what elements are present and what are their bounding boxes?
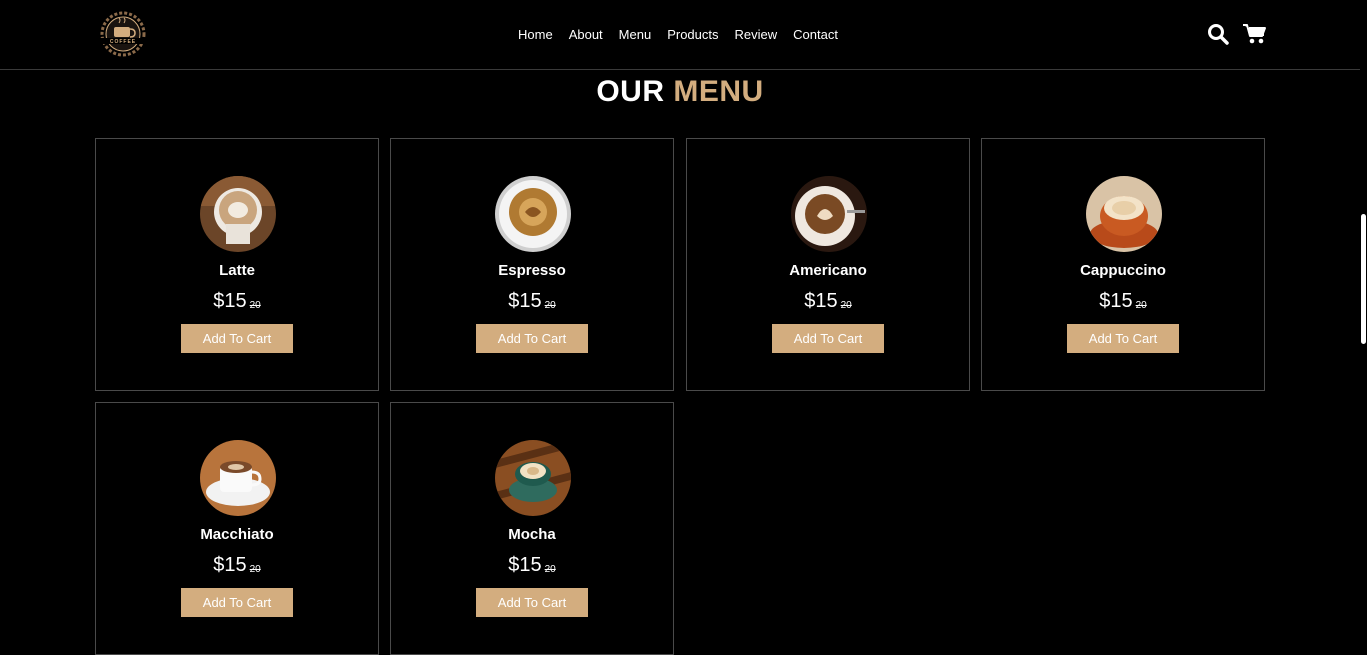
nav-link-menu[interactable]: Menu — [611, 27, 660, 43]
item-name: Macchiato — [200, 526, 274, 543]
add-to-cart-button[interactable]: Add To Cart — [772, 324, 884, 353]
add-to-cart-button[interactable]: Add To Cart — [476, 588, 588, 617]
cappuccino-image — [1086, 176, 1162, 252]
price-current: $15 — [1099, 290, 1133, 312]
item-price: $15 20 — [391, 289, 673, 318]
coffee-logo-icon: COFFEE — [100, 11, 146, 57]
macchiato-image — [200, 440, 276, 516]
menu-card-cappuccino: Cappuccino $15 20 Add To Cart — [981, 138, 1265, 391]
nav-link-products[interactable]: Products — [659, 27, 726, 43]
latte-image — [200, 176, 276, 252]
item-price: $15 20 — [391, 553, 673, 582]
item-name: Espresso — [498, 262, 566, 279]
scrollbar-thumb[interactable] — [1361, 214, 1366, 344]
item-name: Americano — [789, 262, 867, 279]
logo[interactable]: COFFEE — [94, 11, 152, 57]
item-price: $15 20 — [96, 553, 378, 582]
menu-card-macchiato: Macchiato $15 20 Add To Cart — [95, 402, 379, 655]
price-old: 20 — [249, 564, 261, 575]
item-name: Cappuccino — [1080, 262, 1166, 279]
price-old: 20 — [544, 564, 556, 575]
price-old: 20 — [840, 300, 852, 311]
item-price: $15 20 — [982, 289, 1264, 318]
main-nav: Home About Menu Products Review Contact — [510, 27, 846, 43]
add-to-cart-button[interactable]: Add To Cart — [1067, 324, 1179, 353]
price-old: 20 — [249, 300, 261, 311]
cart-icon[interactable] — [1242, 22, 1266, 46]
mocha-image — [495, 440, 571, 516]
nav-link-review[interactable]: Review — [727, 27, 786, 43]
menu-card-latte: Latte $15 20 Add To Cart — [95, 138, 379, 391]
price-current: $15 — [213, 290, 247, 312]
menu-section-title: OUR MENU — [0, 74, 1360, 110]
add-to-cart-button[interactable]: Add To Cart — [181, 324, 293, 353]
add-to-cart-button[interactable]: Add To Cart — [476, 324, 588, 353]
menu-card-espresso: Espresso $15 20 Add To Cart — [390, 138, 674, 391]
espresso-image — [495, 176, 571, 252]
price-current: $15 — [508, 290, 542, 312]
nav-link-home[interactable]: Home — [510, 27, 561, 43]
item-name: Mocha — [508, 526, 556, 543]
title-part-our: OUR — [596, 75, 665, 108]
price-current: $15 — [213, 554, 247, 576]
price-old: 20 — [544, 300, 556, 311]
search-icon[interactable] — [1206, 22, 1230, 46]
americano-image — [791, 176, 867, 252]
site-header: COFFEE Home About Menu Products Review C… — [0, 0, 1360, 70]
menu-card-americano: Americano $15 20 Add To Cart — [686, 138, 970, 391]
item-name: Latte — [219, 262, 255, 279]
logo-brand-text: COFFEE — [110, 39, 136, 45]
add-to-cart-button[interactable]: Add To Cart — [181, 588, 293, 617]
title-part-menu: MENU — [673, 75, 764, 108]
price-current: $15 — [804, 290, 838, 312]
price-old: 20 — [1135, 300, 1147, 311]
price-current: $15 — [508, 554, 542, 576]
menu-card-mocha: Mocha $15 20 Add To Cart — [390, 402, 674, 655]
item-price: $15 20 — [96, 289, 378, 318]
item-price: $15 20 — [687, 289, 969, 318]
nav-link-contact[interactable]: Contact — [785, 27, 846, 43]
nav-link-about[interactable]: About — [561, 27, 611, 43]
